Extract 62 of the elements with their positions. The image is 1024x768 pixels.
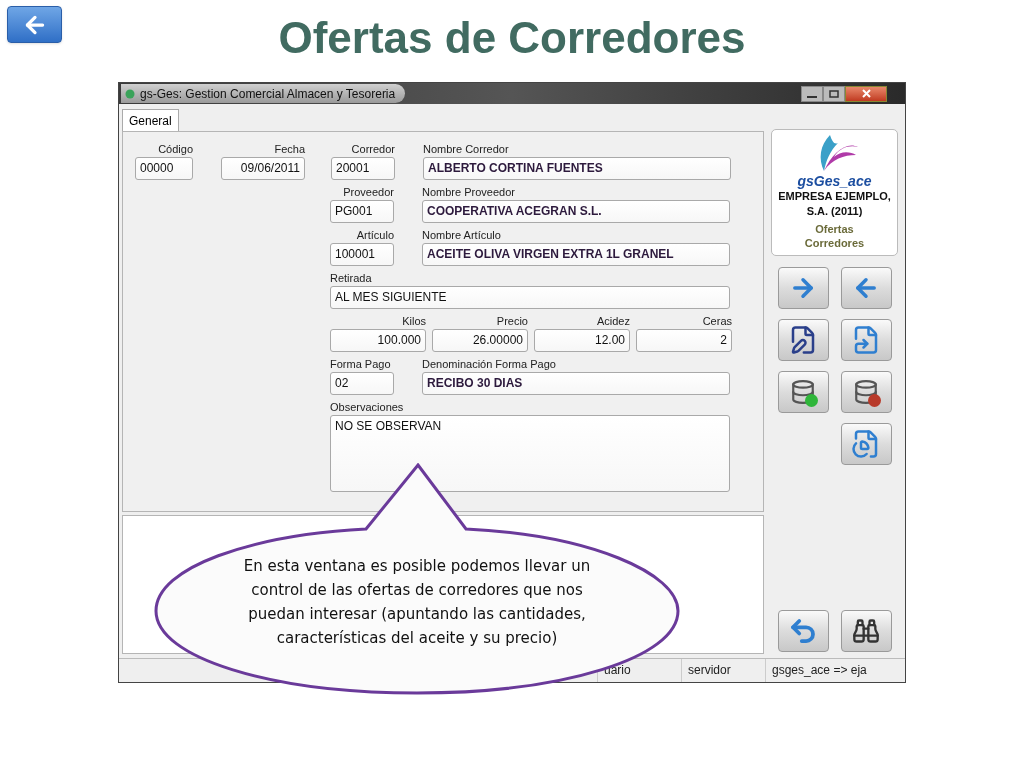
close-icon — [861, 89, 871, 98]
field-label: Ceras — [701, 314, 732, 328]
next-button[interactable] — [777, 267, 829, 309]
field-label: Nombre Artículo — [422, 228, 502, 242]
text-field[interactable]: 100001 — [330, 243, 394, 266]
window-title: gs-Ges: Gestion Comercial Almacen y Tesoreria — [140, 85, 396, 103]
minimize-button[interactable] — [801, 85, 823, 102]
text-field[interactable]: ALBERTO CORTINA FUENTES — [423, 157, 731, 180]
undo-document-button[interactable] — [840, 319, 892, 361]
text-field[interactable]: ACEITE OLIVA VIRGEN EXTRA 1L GRANEL — [422, 243, 730, 266]
tab[interactable]: General — [122, 109, 179, 132]
callout-text: En esta ventana es posible podemos llevar un control de las ofertas de corredores que nos puedan interesar (apuntando las cantidades, características del aceite y su precio) — [242, 556, 592, 649]
slide-title: Ofertas de Corredores — [277, 12, 747, 64]
text-field[interactable]: NO SE OBSERVAN — [330, 415, 730, 492]
module-name: Ofertas — [815, 222, 854, 236]
report-button[interactable] — [840, 423, 892, 465]
field-label: Nombre Proveedor — [422, 185, 516, 199]
delete-record-button[interactable] — [840, 371, 892, 413]
add-record-button[interactable] — [777, 371, 829, 413]
close-button[interactable] — [845, 85, 887, 102]
text-field[interactable]: 02 — [330, 372, 394, 395]
field-label: Denominación Forma Pago — [422, 357, 557, 371]
field-label: Artículo — [355, 228, 394, 242]
field-label: Retirada — [330, 271, 373, 285]
text-field[interactable]: COOPERATIVA ACEGRAN S.L. — [422, 200, 730, 223]
return-button[interactable] — [777, 610, 829, 652]
app-icon — [125, 88, 135, 99]
curved-arrow-icon — [788, 616, 818, 646]
field-label: Precio — [495, 314, 528, 328]
field-label: Forma Pago — [330, 357, 392, 371]
field-label: Código — [157, 142, 193, 156]
field-label: Kilos — [401, 314, 426, 328]
text-field[interactable]: 20001 — [331, 157, 395, 180]
text-field[interactable]: AL MES SIGUIENTE — [330, 286, 730, 309]
company-name: S.A. (2011) — [806, 204, 863, 219]
field-label: Corredor — [350, 142, 395, 156]
text-field[interactable]: 2 — [636, 329, 732, 352]
field-label: Fecha — [273, 142, 305, 156]
binoculars-icon — [852, 617, 880, 645]
search-button[interactable] — [840, 610, 892, 652]
field-label: Observaciones — [330, 400, 405, 414]
text-field[interactable]: 100.000 — [330, 329, 426, 352]
edit-button[interactable] — [777, 319, 829, 361]
field-label: Proveedor — [342, 185, 394, 199]
maximize-button[interactable] — [823, 85, 845, 102]
maximize-icon — [829, 89, 839, 98]
text-field[interactable]: 00000 — [135, 157, 193, 180]
minimize-icon — [807, 95, 817, 98]
back-button[interactable] — [7, 6, 62, 43]
text-field[interactable]: 26.00000 — [432, 329, 528, 352]
text-field[interactable]: 09/06/2011 — [221, 157, 305, 180]
field-label: Acidez — [595, 314, 630, 328]
module-name: Corredores — [804, 236, 865, 250]
status-cell: servidor — [681, 659, 765, 682]
company-name: EMPRESA EJEMPLO, — [778, 189, 891, 204]
status-cell: gsges_ace => eja — [765, 659, 905, 682]
text-field[interactable]: PG001 — [330, 200, 394, 223]
text-field[interactable]: 12.00 — [534, 329, 630, 352]
app-name: gsGes_ace — [797, 173, 872, 189]
field-label: Nombre Corredor — [423, 142, 510, 156]
text-field[interactable]: RECIBO 30 DIAS — [422, 372, 730, 395]
previous-button[interactable] — [840, 267, 892, 309]
